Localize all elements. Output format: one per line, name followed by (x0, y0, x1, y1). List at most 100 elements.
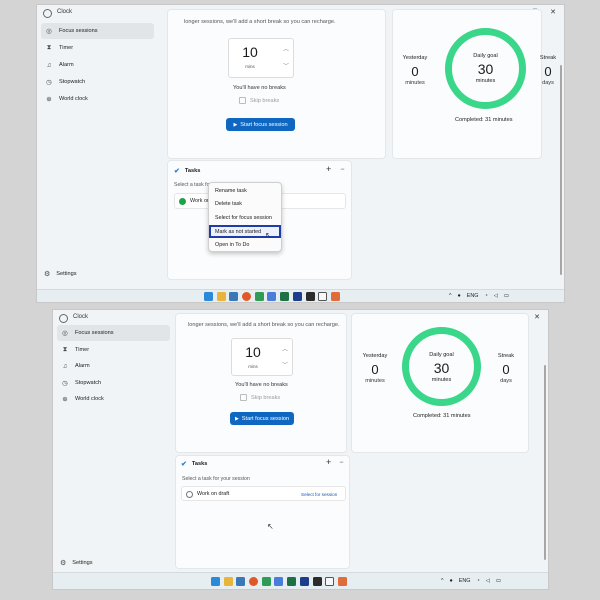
close-button[interactable]: ✕ (546, 8, 560, 16)
battery-icon[interactable]: ▭ (504, 293, 509, 299)
docs-icon[interactable] (274, 576, 284, 586)
todo-check-icon: ✔ (174, 168, 180, 175)
battery-icon[interactable]: ▭ (496, 578, 501, 584)
nav-item-world-clock[interactable]: ⊕ World clock (41, 91, 154, 107)
paint-icon[interactable] (337, 576, 347, 586)
settings-nav-item[interactable]: ⚙ Settings (60, 559, 93, 567)
select-for-session-button[interactable]: Select for session (301, 492, 337, 497)
nav-item-alarm[interactable]: ♫ Alarm (41, 57, 154, 73)
scrollbar[interactable] (544, 365, 546, 560)
stopwatch-icon: ◷ (62, 379, 68, 387)
duration-unit: mins (248, 364, 258, 369)
microphone-icon[interactable]: ● (458, 293, 461, 299)
task-name: Work on draft (197, 491, 230, 497)
progress-card: Yesterday 0 minutes Daily goal 30 minute… (351, 313, 529, 453)
wifi-icon[interactable]: ◔ (476, 578, 479, 584)
system-tray: ^ ● ENG ◔ ◁ ▭ (435, 573, 501, 589)
task-complete-icon[interactable] (179, 198, 186, 205)
microphone-icon[interactable]: ● (450, 578, 453, 584)
skip-breaks-checkbox[interactable]: Skip breaks (239, 97, 279, 104)
window-title: Clock (73, 314, 89, 320)
yesterday-label: Yesterday (402, 55, 428, 61)
duration-picker[interactable]: 10 mins ︿ ﹀ (231, 338, 293, 376)
language-indicator[interactable]: ENG (459, 578, 471, 584)
clock-taskbar-icon[interactable] (325, 576, 335, 586)
tray-chevron-icon[interactable]: ^ (449, 293, 452, 299)
l-app-icon[interactable] (299, 576, 309, 586)
menu-item-rename-task[interactable]: Rename task (209, 184, 281, 198)
start-icon[interactable] (204, 291, 213, 301)
clock-taskbar-icon[interactable] (318, 291, 328, 301)
goal-label: Daily goal (429, 352, 454, 358)
volume-icon[interactable]: ◁ (486, 578, 490, 584)
nav-item-stopwatch[interactable]: ◷ Stopwatch (41, 74, 154, 90)
task-row[interactable]: Work on draft Select for session (181, 486, 346, 501)
photos-icon[interactable] (236, 576, 246, 586)
yesterday-value: 0 (371, 362, 379, 377)
firefox-icon[interactable] (242, 291, 252, 301)
menu-item-open-in-to-do[interactable]: Open in To Do (209, 238, 281, 252)
add-task-button[interactable]: + (326, 457, 331, 467)
photos-icon[interactable] (229, 291, 239, 301)
terminal-icon[interactable] (305, 291, 315, 301)
bell-icon: ♫ (46, 61, 52, 69)
more-options-button[interactable]: ··· (340, 166, 345, 173)
task-incomplete-icon[interactable] (186, 490, 193, 498)
gear-icon: ⚙ (60, 560, 67, 567)
menu-item-select-for-focus-session[interactable]: Select for focus session (209, 211, 281, 225)
screenshot-before: Clock — □ ✕ ◎Focus sessions ⧗Timer ♫Alar… (37, 5, 564, 302)
tray-chevron-icon[interactable]: ^ (441, 578, 444, 584)
nav-item-label: World clock (59, 96, 88, 103)
decrease-icon[interactable]: ﹀ (279, 61, 293, 70)
bell-icon: ♫ (62, 362, 68, 370)
decrease-icon[interactable]: ﹀ (278, 360, 292, 369)
globe-icon: ⊕ (46, 96, 52, 104)
file-explorer-icon[interactable] (216, 291, 226, 301)
menu-item-delete-task[interactable]: Delete task (209, 198, 281, 212)
sheets-icon[interactable] (254, 291, 264, 301)
excel-icon[interactable] (280, 291, 290, 301)
volume-icon[interactable]: ◁ (494, 293, 498, 299)
start-focus-button[interactable]: ▶ Start focus session (230, 412, 294, 425)
excel-icon[interactable] (287, 576, 297, 586)
completed-text: Completed: 31 minutes (413, 413, 471, 419)
nav-item-timer[interactable]: ⧗ Timer (57, 342, 170, 358)
settings-label: Settings (72, 560, 93, 566)
start-focus-label: Start focus session (241, 415, 290, 422)
focus-card: longer sessions, we'll add a short break… (175, 313, 347, 453)
tasks-card: ✔ Tasks + ··· Select a task for your sess… (175, 455, 350, 569)
sidebar-nav: ◎ Focus sessions ⧗ Timer ♫ Alarm ◷ Stopwatch… (41, 23, 154, 108)
increase-icon[interactable]: ︿ (279, 44, 293, 53)
start-focus-button[interactable]: ▶ Start focus session (226, 118, 295, 131)
checkbox-box (239, 97, 246, 104)
start-icon[interactable] (211, 576, 220, 586)
settings-nav-item[interactable]: ⚙ Settings (44, 270, 77, 278)
skip-breaks-checkbox[interactable]: Skip breaks (240, 394, 280, 401)
firefox-icon[interactable] (249, 576, 259, 586)
nav-item-focus-sessions[interactable]: ◎ Focus sessions (57, 325, 170, 341)
scrollbar[interactable] (560, 65, 562, 275)
more-options-button[interactable]: ··· (339, 459, 344, 466)
nav-item-focus-sessions[interactable]: ◎ Focus sessions (41, 23, 154, 40)
docs-icon[interactable] (267, 291, 277, 301)
nav-item-world-clock[interactable]: ⊕ World clock (57, 391, 170, 407)
window-title: Clock (57, 9, 73, 15)
progress-card: Yesterday 0 minutes Daily goal 30 minute… (392, 9, 556, 159)
file-explorer-icon[interactable] (223, 576, 233, 586)
wifi-icon[interactable]: ◔ (484, 293, 487, 299)
terminal-icon[interactable] (312, 576, 322, 586)
duration-picker[interactable]: 10 mins ︿ ﹀ (228, 38, 294, 78)
nav-item-alarm[interactable]: ♫ Alarm (57, 358, 170, 374)
play-icon: ▶ (233, 121, 238, 128)
stopwatch-icon: ◷ (46, 79, 52, 87)
duration-unit: mins (245, 64, 255, 69)
paint-icon[interactable] (330, 291, 340, 301)
nav-item-timer[interactable]: ⧗ Timer (41, 40, 154, 56)
language-indicator[interactable]: ENG (467, 293, 479, 299)
nav-item-stopwatch[interactable]: ◷ Stopwatch (57, 375, 170, 391)
add-task-button[interactable]: + (326, 164, 331, 174)
increase-icon[interactable]: ︿ (278, 344, 292, 353)
sheets-icon[interactable] (261, 576, 271, 586)
l-app-icon[interactable] (292, 291, 302, 301)
close-button[interactable]: ✕ (530, 313, 544, 321)
